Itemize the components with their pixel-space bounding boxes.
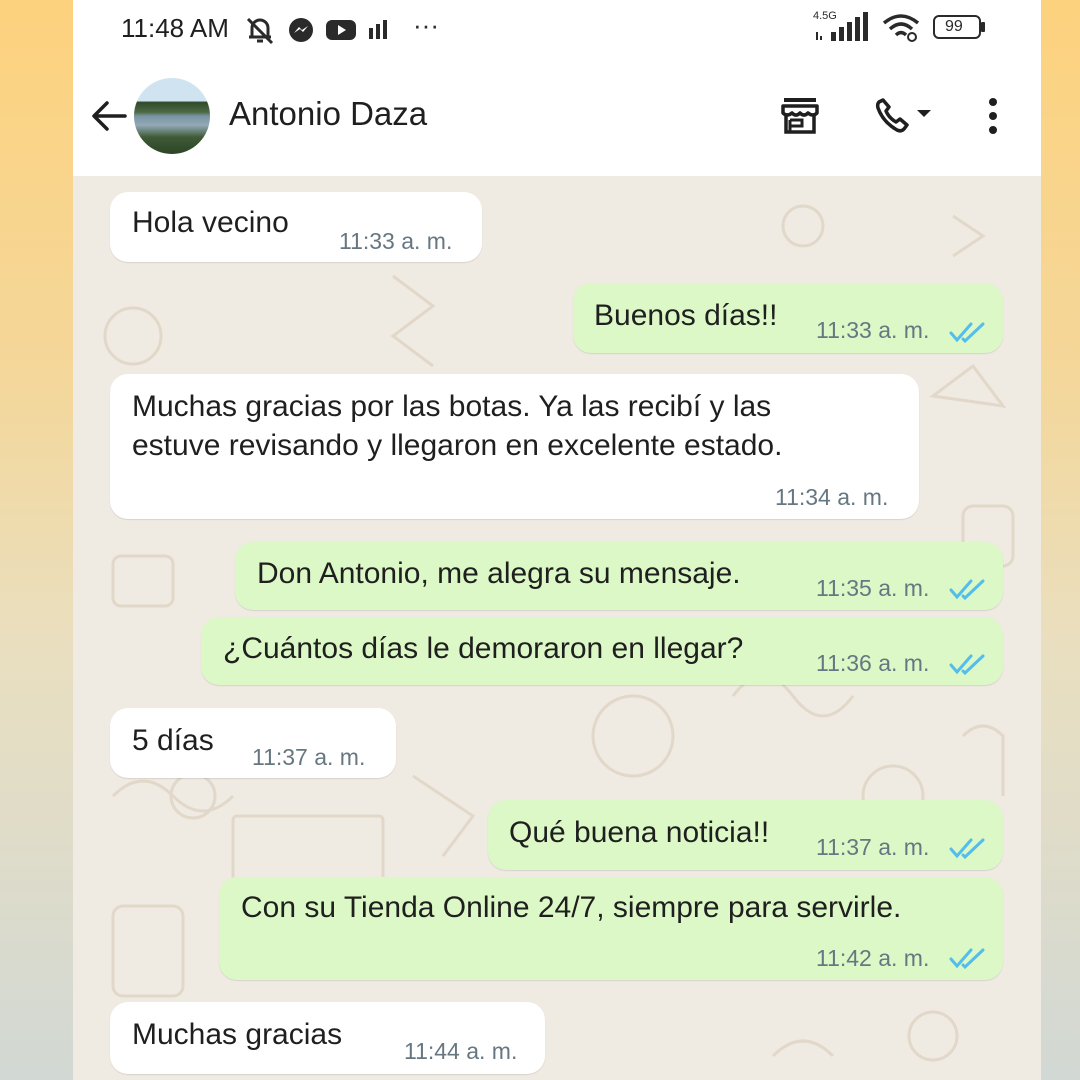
store-icon[interactable]	[778, 94, 822, 138]
message-text: ¿Cuántos días le demoraron en llegar?	[223, 632, 744, 665]
message-incoming[interactable]: Muchas gracias 11:44 a. m.	[110, 1002, 545, 1074]
message-time: 11:33 a. m.	[339, 228, 453, 254]
message-time: 11:37 a. m.	[252, 744, 366, 770]
voice-call-icon[interactable]	[871, 94, 935, 138]
status-bar: 11:48 AM ··· 4.5G 99	[73, 0, 1041, 58]
wifi-icon	[882, 14, 920, 42]
message-text: Buenos días!!	[594, 299, 778, 332]
message-time: 11:33 a. m.	[816, 317, 930, 343]
chat-header: Antonio Daza	[73, 58, 1041, 176]
message-outgoing[interactable]: ¿Cuántos días le demoraron en llegar? 11…	[201, 617, 1003, 685]
youtube-icon	[326, 19, 356, 40]
status-notification-icons: ···	[243, 10, 439, 45]
messenger-icon	[289, 17, 313, 42]
message-incoming[interactable]: Hola vecino 11:33 a. m.	[110, 192, 482, 262]
battery-icon: 99	[933, 15, 985, 39]
read-ticks-icon	[949, 654, 985, 675]
message-text: Don Antonio, me alegra su mensaje.	[257, 557, 741, 590]
message-outgoing[interactable]: Qué buena noticia!! 11:37 a. m.	[488, 800, 1003, 870]
message-text: 5 días	[132, 724, 214, 757]
message-time: 11:35 a. m.	[816, 575, 930, 601]
muted-bell-icon	[246, 17, 274, 44]
chat-area[interactable]: Hola vecino 11:33 a. m. Buenos días!! 11…	[73, 176, 1041, 1080]
battery-level: 99	[945, 18, 963, 35]
message-outgoing[interactable]: Buenos días!! 11:33 a. m.	[573, 283, 1003, 353]
status-time: 11:48 AM	[121, 13, 229, 43]
message-time: 11:36 a. m.	[816, 650, 930, 676]
message-incoming[interactable]: 5 días 11:37 a. m.	[110, 708, 396, 778]
message-incoming[interactable]: Muchas gracias por las botas. Ya las rec…	[110, 374, 919, 519]
message-text: Muchas gracias	[132, 1018, 343, 1051]
message-text: Hola vecino	[132, 206, 289, 239]
message-time: 11:44 a. m.	[404, 1038, 518, 1064]
phone-screen: 11:48 AM ··· 4.5G 99 Antonio Daza Hola v…	[73, 0, 1041, 1080]
contact-avatar[interactable]	[134, 78, 210, 154]
message-outgoing[interactable]: Con su Tienda Online 24/7, siempre para …	[219, 877, 1003, 980]
message-text: Con su Tienda Online 24/7, siempre para …	[241, 891, 902, 924]
read-ticks-icon	[949, 838, 985, 859]
message-text: Qué buena noticia!!	[509, 816, 770, 849]
message-time: 11:34 a. m.	[775, 484, 889, 510]
contact-name[interactable]: Antonio Daza	[229, 95, 427, 133]
read-ticks-icon	[949, 948, 985, 969]
message-text-line2: estuve revisando y llegaron en excelente…	[132, 429, 783, 462]
more-options-icon[interactable]	[981, 94, 1005, 138]
more-notifications-icon: ···	[413, 10, 439, 40]
signal-bars-small-icon	[369, 19, 387, 39]
status-system-icons: 4.5G 99	[813, 10, 985, 42]
message-text-line1: Muchas gracias por las botas. Ya las rec…	[132, 390, 772, 423]
cellular-signal-icon: 4.5G	[813, 10, 869, 42]
message-time: 11:42 a. m.	[816, 945, 930, 971]
read-ticks-icon	[949, 579, 985, 600]
message-outgoing[interactable]: Don Antonio, me alegra su mensaje. 11:35…	[235, 542, 1003, 610]
message-time: 11:37 a. m.	[816, 834, 930, 860]
read-ticks-icon	[949, 322, 985, 343]
back-arrow-icon[interactable]	[89, 96, 129, 136]
